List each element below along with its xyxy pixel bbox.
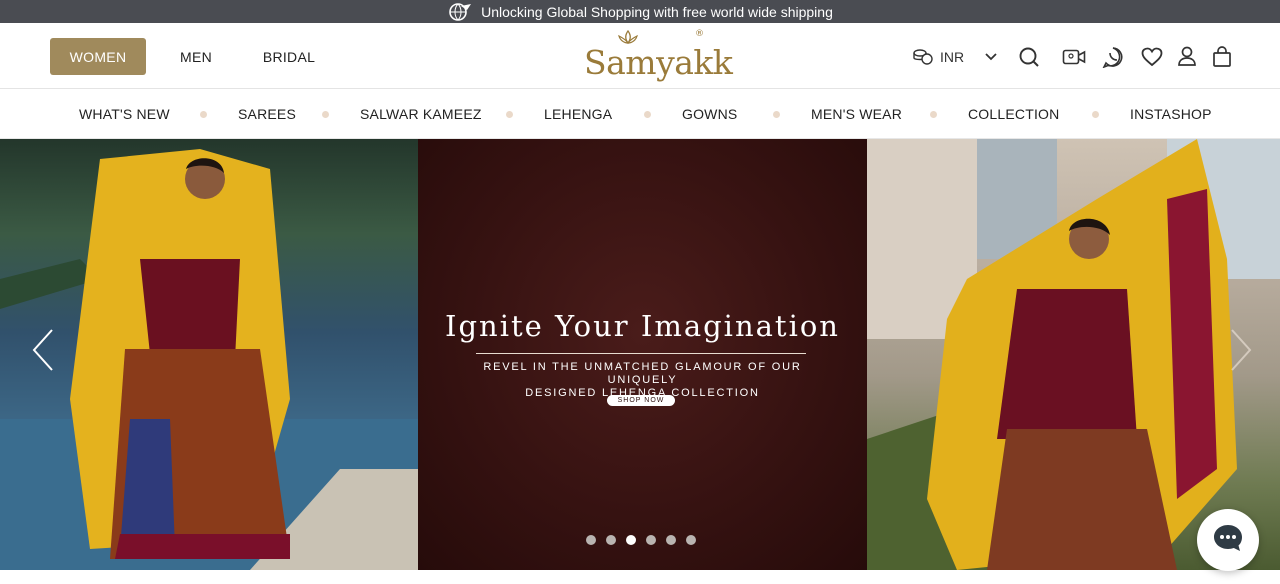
tab-bridal[interactable]: BRIDAL: [258, 38, 320, 75]
carousel-dot-2[interactable]: [606, 535, 616, 545]
currency-label: INR: [940, 49, 965, 65]
promo-title: Ignite Your Imagination: [445, 309, 840, 343]
tab-men[interactable]: MEN: [172, 38, 220, 75]
announcement-bar: Unlocking Global Shopping with free worl…: [0, 0, 1280, 23]
promo-subtitle-line-1: REVEL IN THE UNMATCHED GLAMOUR OF OUR UN…: [483, 361, 802, 386]
carousel-dot-5[interactable]: [666, 535, 676, 545]
model-illustration-right: [867, 139, 1280, 570]
hero-image-left[interactable]: [0, 139, 418, 570]
nav-separator: [506, 111, 513, 118]
nav-mens-wear[interactable]: MEN'S WEAR: [811, 89, 902, 139]
carousel-prev-arrow-icon[interactable]: [30, 327, 56, 373]
account-icon[interactable]: [1173, 43, 1201, 71]
nav-salwar-kameez[interactable]: SALWAR KAMEEZ: [360, 89, 482, 139]
shop-now-button[interactable]: SHOP NOW: [607, 395, 675, 406]
plane-globe-icon: [447, 2, 473, 22]
wishlist-heart-icon[interactable]: [1138, 43, 1166, 71]
carousel-next-arrow-icon[interactable]: [1228, 327, 1254, 373]
nav-separator: [322, 111, 329, 118]
model-illustration-left: [0, 149, 418, 570]
cart-bag-icon[interactable]: [1208, 43, 1236, 71]
currency-icon: [912, 48, 934, 66]
site-header: WOMEN MEN BRIDAL Samyakk ® INR: [0, 23, 1280, 89]
hero-image-right[interactable]: [867, 139, 1280, 570]
site-logo[interactable]: Samyakk ®: [580, 29, 733, 85]
nav-separator: [930, 111, 937, 118]
carousel-dot-6[interactable]: [686, 535, 696, 545]
hero-carousel: Ignite Your Imagination REVEL IN THE UNM…: [0, 139, 1280, 570]
chat-bubble-icon: [1211, 522, 1245, 559]
currency-selector[interactable]: INR: [912, 43, 964, 71]
video-call-icon[interactable]: [1060, 43, 1088, 71]
nav-sarees[interactable]: SAREES: [238, 89, 296, 139]
carousel-dot-1[interactable]: [586, 535, 596, 545]
registered-mark: ®: [695, 29, 704, 39]
nav-separator: [1092, 111, 1099, 118]
announcement-text: Unlocking Global Shopping with free worl…: [481, 3, 833, 20]
nav-lehenga[interactable]: LEHENGA: [544, 89, 612, 139]
logo-text: Samyakk: [584, 43, 733, 82]
chevron-down-icon[interactable]: [977, 43, 1005, 71]
nav-whats-new[interactable]: WHAT'S NEW: [79, 89, 170, 139]
nav-separator: [773, 111, 780, 118]
carousel-dots: [586, 535, 696, 545]
whatsapp-icon[interactable]: [1099, 43, 1127, 71]
carousel-dot-4[interactable]: [646, 535, 656, 545]
chat-widget-button[interactable]: [1197, 509, 1259, 571]
search-icon[interactable]: [1015, 43, 1043, 71]
nav-instashop[interactable]: INSTASHOP: [1130, 89, 1212, 139]
tab-women[interactable]: WOMEN: [50, 38, 146, 75]
nav-separator: [644, 111, 651, 118]
carousel-dot-3-active[interactable]: [626, 535, 636, 545]
nav-gowns[interactable]: GOWNS: [682, 89, 737, 139]
nav-separator: [200, 111, 207, 118]
promo-divider: [476, 353, 806, 354]
category-nav: WHAT'S NEW SAREES SALWAR KAMEEZ LEHENGA …: [0, 89, 1280, 139]
hero-promo-panel: Ignite Your Imagination REVEL IN THE UNM…: [418, 139, 867, 570]
nav-collection[interactable]: COLLECTION: [968, 89, 1059, 139]
